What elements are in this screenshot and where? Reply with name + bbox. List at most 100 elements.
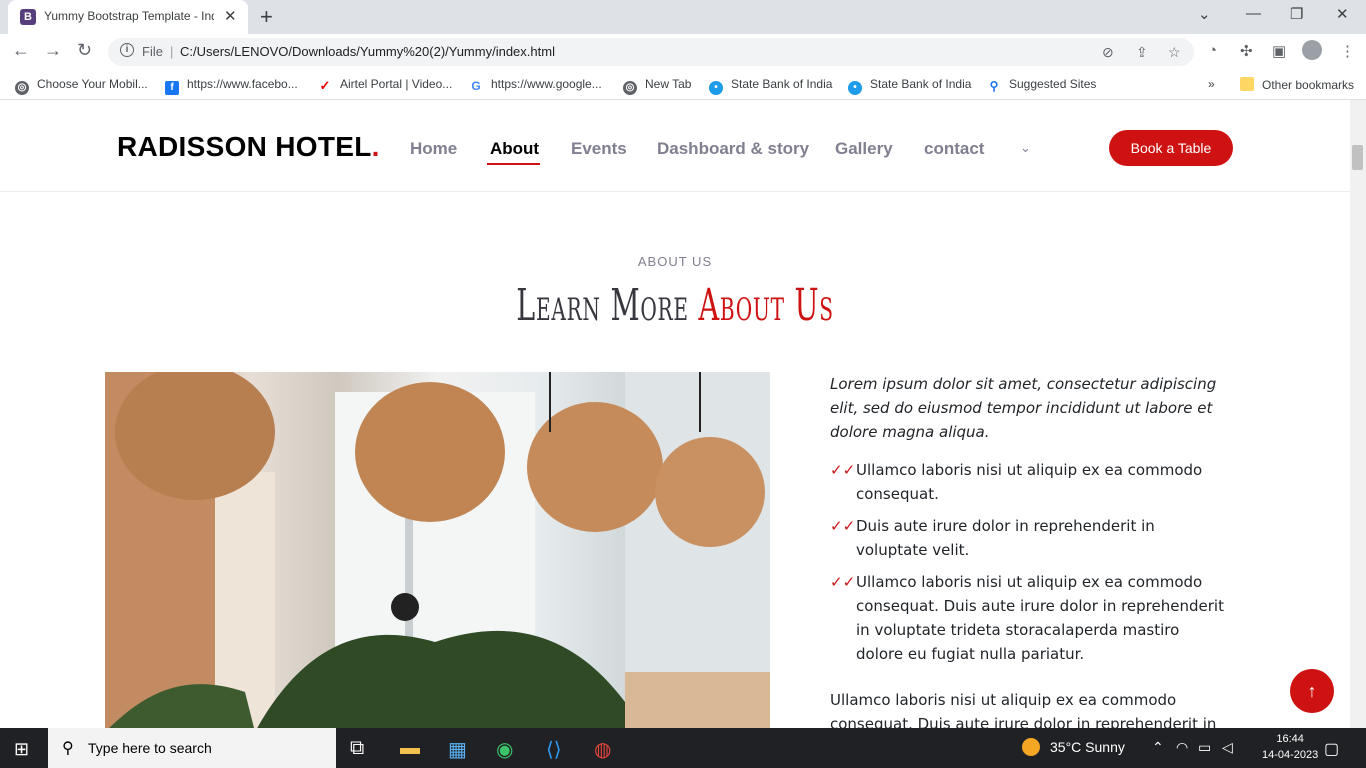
browser-toolbar: ← → ↻ i File | C:/Users/LENOVO/Downloads… [0, 34, 1366, 70]
nav-active-underline [487, 163, 540, 165]
bookmark-label: Suggested Sites [1009, 77, 1097, 91]
volume-icon[interactable]: ◁ [1222, 739, 1233, 756]
tab-search-chevron-icon[interactable]: ⌄ [1198, 5, 1211, 23]
menu-kebab-icon[interactable]: ⋮ [1340, 42, 1355, 60]
double-check-icon: ✓✓ [830, 573, 856, 591]
vscode-icon[interactable]: ⟨⟩ [546, 737, 562, 762]
list-item: ✓✓ Ullamco laboris nisi ut aliquip ex ea … [830, 570, 1230, 666]
bookmark-label: Airtel Portal | Video... [340, 77, 453, 91]
book-table-button[interactable]: Book a Table [1109, 130, 1233, 166]
clock[interactable]: 16:44 14-04-2023 [1262, 731, 1318, 763]
sbi-icon: • [709, 81, 723, 95]
url-text[interactable]: C:/Users/LENOVO/Downloads/Yummy%20(2)/Yu… [180, 44, 555, 59]
logo-text: RADISSON HOTEL [117, 131, 372, 162]
task-view-icon[interactable]: ⧉ [350, 737, 364, 760]
airtel-icon: ✓ [318, 78, 332, 93]
logo-dot: . [371, 131, 380, 162]
battery-icon[interactable]: ▭ [1198, 739, 1211, 756]
share-icon[interactable]: ⇪ [1136, 44, 1148, 61]
search-icon: ⚲ [62, 740, 74, 757]
nav-about[interactable]: About [490, 139, 539, 159]
minimize-icon[interactable]: — [1246, 5, 1261, 22]
side-panel-icon[interactable]: ▣ [1272, 42, 1286, 60]
tab-title: Yummy Bootstrap Template - Index [44, 9, 214, 23]
bookmark-star-icon[interactable]: ☆ [1168, 44, 1181, 61]
facebook-icon: f [165, 81, 179, 95]
sun-icon [1022, 738, 1040, 756]
window-close-icon[interactable]: ✕ [1336, 5, 1349, 23]
performance-icon[interactable]: ◔ [1208, 42, 1217, 59]
bookmark-item[interactable]: Ghttps://www.google... [469, 77, 602, 93]
bookmark-label: State Bank of India [870, 77, 972, 91]
arrow-up-icon: ↑ [1307, 681, 1317, 701]
restore-icon[interactable]: ❐ [1290, 5, 1303, 23]
nav-home[interactable]: Home [410, 139, 457, 159]
file-explorer-icon[interactable]: ▬ [400, 737, 420, 760]
list-item: ✓✓ Ullamco laboris nisi ut aliquip ex ea … [830, 458, 1230, 506]
bookmark-label: https://www.facebo... [187, 77, 298, 91]
wifi-icon[interactable]: ◠ [1176, 739, 1188, 756]
nav-contact[interactable]: contact [924, 139, 984, 159]
url-separator: | [170, 44, 174, 59]
google-icon: G [469, 79, 483, 93]
url-scheme: File [142, 44, 163, 59]
bookmark-item[interactable]: • State Bank of India [709, 77, 832, 95]
extensions-puzzle-icon[interactable]: ✣ [1240, 42, 1253, 60]
page-scrollbar[interactable] [1350, 100, 1366, 728]
clock-time: 16:44 [1276, 733, 1304, 745]
bookmark-item[interactable]: • State Bank of India [848, 77, 971, 95]
double-check-icon: ✓✓ [830, 461, 856, 479]
edge-icon[interactable]: ◉ [496, 737, 513, 762]
list-item-text: Duis aute irure dolor in reprehenderit i… [856, 517, 1155, 559]
section-eyebrow: About Us [637, 254, 713, 269]
bookmarks-overflow-icon[interactable]: » [1208, 77, 1215, 91]
tray-chevron-icon[interactable]: ⌃ [1152, 739, 1164, 756]
new-tab-plus-icon[interactable]: + [260, 4, 273, 30]
clock-date: 14-04-2023 [1262, 749, 1319, 761]
about-tail-paragraph: Ullamco laboris nisi ut aliquip ex ea co… [830, 691, 1217, 728]
browser-tab[interactable]: B Yummy Bootstrap Template - Index ✕ [8, 0, 248, 34]
scrollbar-thumb[interactable] [1352, 145, 1363, 170]
microsoft-store-icon[interactable]: ▦ [448, 737, 467, 762]
notifications-icon[interactable]: ▢ [1324, 739, 1339, 759]
double-check-icon: ✓✓ [830, 517, 856, 535]
taskbar-search[interactable]: ⚲ Type here to search [48, 728, 336, 768]
bookmark-item[interactable]: f https://www.facebo... [165, 77, 298, 95]
weather-widget[interactable]: 35°C Sunny [1022, 738, 1125, 756]
nav-dashboard-story[interactable]: Dashboard & story [657, 139, 809, 159]
section-title: Learn More About Us [189, 280, 1161, 331]
taskbar-search-placeholder: Type here to search [88, 740, 212, 756]
chrome-icon[interactable]: ◍ [594, 737, 611, 762]
bookmark-item[interactable]: ✓ Airtel Portal | Video... [318, 77, 452, 93]
back-to-top-button[interactable]: ↑ [1290, 669, 1334, 713]
bookmark-item[interactable]: ⚲ Suggested Sites [987, 77, 1096, 93]
windows-taskbar: ⊞ ⚲ Type here to search ⧉ ▬ ▦ ◉ ⟨⟩ ◍ 35°… [0, 728, 1366, 768]
site-info-icon[interactable]: i [120, 43, 134, 57]
other-bookmarks[interactable]: Other bookmarks [1240, 77, 1354, 92]
profile-avatar[interactable] [1302, 40, 1322, 60]
nav-gallery[interactable]: Gallery [835, 139, 893, 159]
list-item-text: Ullamco laboris nisi ut aliquip ex ea co… [856, 461, 1203, 503]
title-accent: About Us [698, 280, 834, 331]
nav-events[interactable]: Events [571, 139, 627, 159]
tab-close-icon[interactable]: ✕ [224, 7, 237, 25]
folder-icon [1240, 77, 1254, 91]
bookmark-label: https://www.google... [491, 77, 602, 91]
chevron-down-icon[interactable]: ⌄ [1020, 140, 1031, 156]
list-item-text: Ullamco laboris nisi ut aliquip ex ea co… [856, 573, 1224, 663]
windows-start-icon[interactable]: ⊞ [14, 739, 29, 760]
forward-arrow-icon[interactable]: → [44, 40, 62, 61]
back-arrow-icon[interactable]: ← [12, 40, 30, 61]
bookmark-item[interactable]: ◎ New Tab [623, 77, 691, 95]
title-main: Learn More [516, 280, 689, 331]
weather-text: 35°C Sunny [1050, 739, 1125, 755]
eye-off-icon[interactable]: ⊘ [1102, 44, 1114, 61]
reload-icon[interactable]: ↻ [77, 40, 92, 61]
site-logo[interactable]: RADISSON HOTEL. [117, 131, 380, 163]
list-item: ✓✓ Duis aute irure dolor in reprehenderit… [830, 514, 1230, 562]
address-bar[interactable]: i File | C:/Users/LENOVO/Downloads/Yummy… [108, 38, 1194, 66]
bookmarks-bar: ◎ Choose Your Mobil... f https://www.faceb… [0, 70, 1366, 100]
globe-icon: ◎ [15, 81, 29, 95]
about-photo [105, 372, 770, 728]
bookmark-item[interactable]: ◎ Choose Your Mobil... [15, 77, 148, 95]
